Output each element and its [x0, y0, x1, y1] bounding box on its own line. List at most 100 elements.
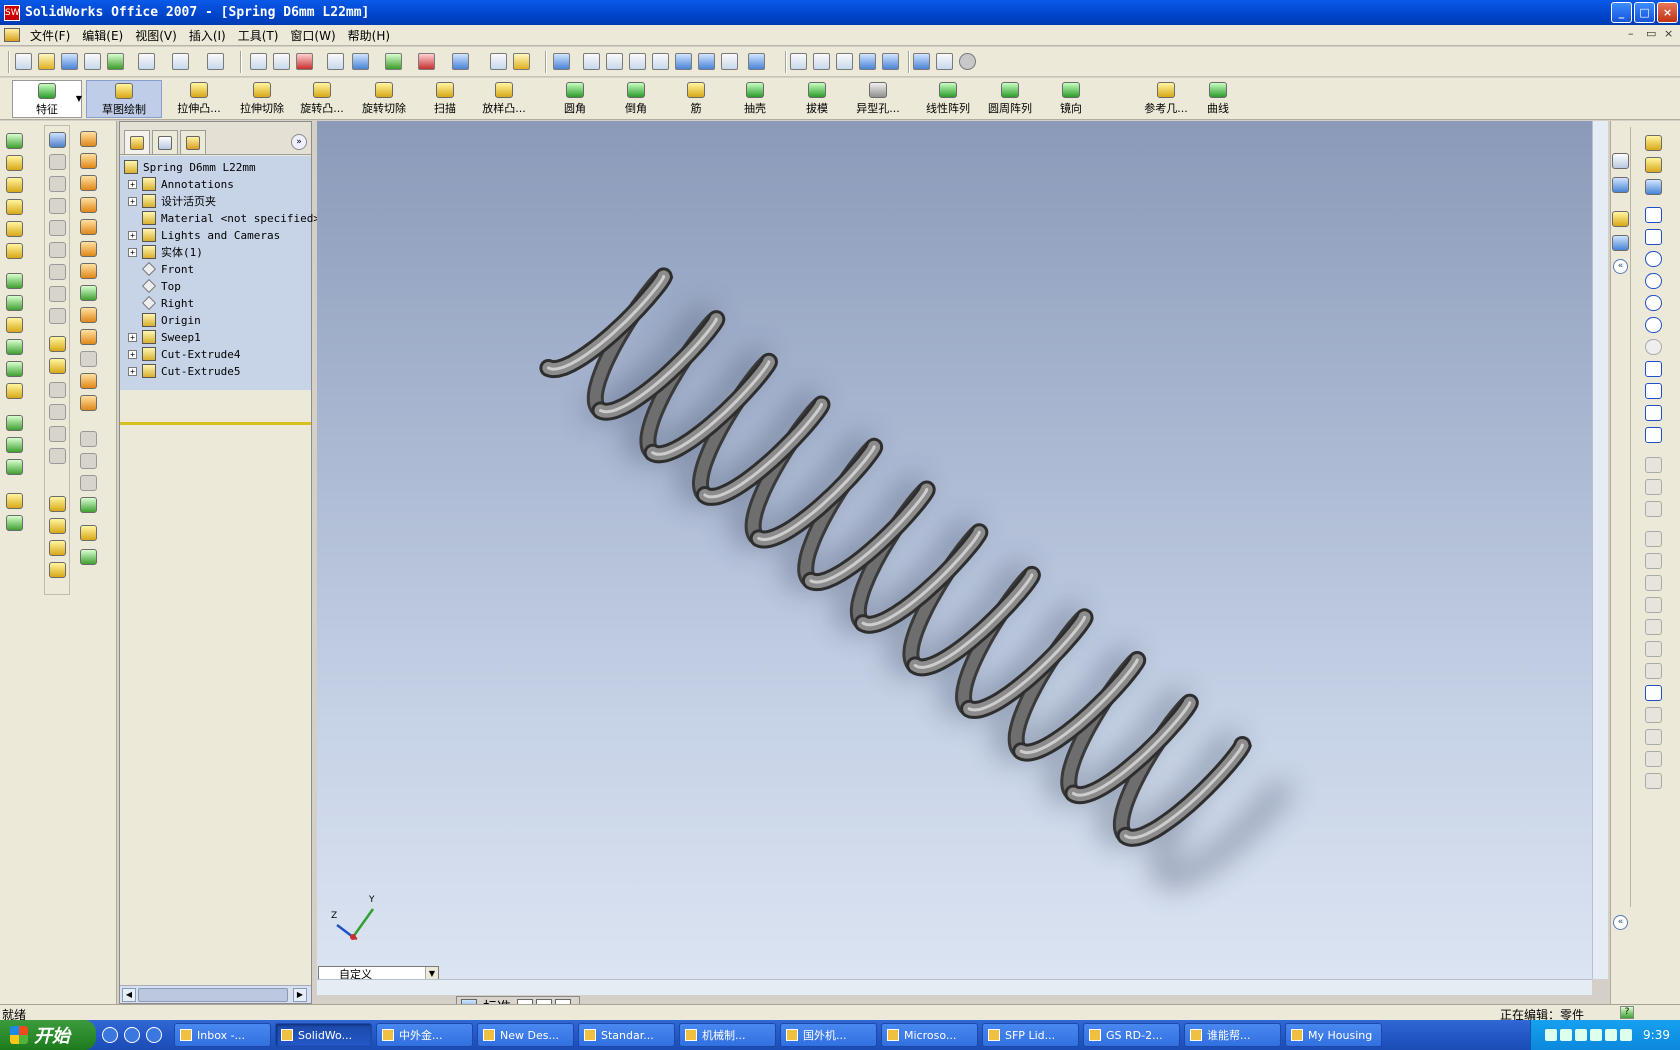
extrude-icon[interactable]: [6, 133, 23, 149]
thicken-icon[interactable]: [49, 496, 66, 512]
circle-icon[interactable]: [1645, 251, 1662, 267]
curve-through-points-icon[interactable]: [80, 549, 97, 565]
redo-icon[interactable]: [207, 53, 224, 70]
untrim-surface-icon[interactable]: [49, 382, 66, 398]
planar-surface-icon[interactable]: [49, 308, 66, 324]
circular-pattern-icon[interactable]: [6, 437, 23, 453]
taskbar-item[interactable]: GS RD-2...: [1083, 1023, 1180, 1047]
viewport-horizontal-scrollbar[interactable]: [317, 979, 1592, 995]
tray-display-icon[interactable]: [1620, 1029, 1633, 1041]
knit-surface-icon[interactable]: [49, 286, 66, 302]
trim-entities-icon[interactable]: [1645, 553, 1662, 569]
menu-help[interactable]: 帮助(H): [342, 27, 396, 44]
dome-icon[interactable]: [80, 241, 97, 257]
extend-surface-icon[interactable]: [49, 336, 66, 352]
spline-icon[interactable]: [1645, 383, 1662, 399]
quicklaunch-browser-icon[interactable]: [102, 1027, 118, 1043]
tree-node[interactable]: + 实体(1): [128, 243, 203, 261]
cut-with-surface-icon[interactable]: [49, 518, 66, 534]
draft-icon[interactable]: [6, 361, 23, 377]
hole-icon[interactable]: [6, 383, 23, 399]
file-explorer-icon[interactable]: [1612, 211, 1629, 227]
fillet-button[interactable]: 圆角: [558, 80, 592, 118]
chamfer-icon[interactable]: [6, 295, 23, 311]
shaded-with-edges-icon[interactable]: [859, 53, 876, 70]
centerline-icon[interactable]: [1645, 361, 1662, 377]
move-copy-body-icon[interactable]: [80, 373, 97, 389]
save-icon[interactable]: [61, 53, 78, 70]
smart-dimension-icon[interactable]: [1645, 179, 1662, 195]
axis-icon[interactable]: [6, 177, 23, 193]
doc-minimize-icon[interactable]: –: [1628, 27, 1634, 40]
rib-icon[interactable]: [6, 317, 23, 333]
add-relation-icon[interactable]: [1645, 457, 1662, 473]
tree-node[interactable]: + Cut-Extrude5: [128, 362, 240, 380]
linear-pattern-icon[interactable]: [6, 415, 23, 431]
chevron-down-icon[interactable]: ▼: [74, 80, 84, 118]
convert-entities-icon[interactable]: [1645, 531, 1662, 547]
pan-icon[interactable]: [698, 53, 715, 70]
previous-view-icon[interactable]: [721, 53, 738, 70]
taskbar-item[interactable]: My Housing: [1285, 1023, 1382, 1047]
grid-icon[interactable]: [327, 53, 344, 70]
combine-icon[interactable]: [80, 307, 97, 323]
fillet-xpert-icon[interactable]: [80, 497, 97, 513]
properties-icon[interactable]: [490, 53, 507, 70]
trim-surface-icon[interactable]: [49, 358, 66, 374]
standard-views-icon[interactable]: [748, 53, 765, 70]
surface-loft-icon[interactable]: [49, 198, 66, 214]
wireframe-icon[interactable]: [790, 53, 807, 70]
taskbar-item[interactable]: 国外机...: [780, 1023, 877, 1047]
expand-icon[interactable]: +: [128, 349, 137, 359]
boundary-surface-icon[interactable]: [49, 220, 66, 236]
expand-icon[interactable]: +: [128, 366, 137, 376]
start-button[interactable]: 开始: [0, 1020, 96, 1050]
menu-edit[interactable]: 编辑(E): [76, 27, 129, 44]
taskbar-item[interactable]: SolidWo...: [275, 1023, 372, 1047]
fill-surface-icon[interactable]: [49, 404, 66, 420]
hole-wizard-button[interactable]: 异型孔...: [848, 80, 908, 118]
print-preview-icon[interactable]: [138, 53, 155, 70]
zoom-fit-icon[interactable]: [583, 53, 600, 70]
shape-icon[interactable]: [80, 263, 97, 279]
shaded-icon[interactable]: [882, 53, 899, 70]
sketch-fillet-icon[interactable]: [1645, 339, 1662, 355]
tree-node[interactable]: Top: [128, 277, 181, 295]
doc-close-icon[interactable]: ×: [1664, 27, 1673, 40]
home-icon[interactable]: [1612, 153, 1629, 169]
zoom-in-out-icon[interactable]: [629, 53, 646, 70]
radiate-surface-icon[interactable]: [49, 264, 66, 280]
surface-revolve-icon[interactable]: [49, 154, 66, 170]
appearance-icon[interactable]: [418, 53, 435, 70]
zoom-selection-icon[interactable]: [652, 53, 669, 70]
close-button[interactable]: ×: [1657, 2, 1678, 23]
taskbar-item[interactable]: SFP Lid...: [982, 1023, 1079, 1047]
spring-model[interactable]: [317, 121, 1592, 979]
scroll-thumb[interactable]: [138, 988, 288, 1002]
surface-sweep-icon[interactable]: [49, 176, 66, 192]
linear-pattern-button[interactable]: 线性阵列: [922, 80, 974, 118]
centerpoint-arc-icon[interactable]: [1645, 273, 1662, 289]
shell-button[interactable]: 抽壳: [738, 80, 772, 118]
rotate-icon[interactable]: [675, 53, 692, 70]
menu-view[interactable]: 视图(V): [129, 27, 183, 44]
revolve-icon[interactable]: [6, 155, 23, 171]
menu-insert[interactable]: 插入(I): [183, 27, 232, 44]
tree-node[interactable]: + Sweep1: [128, 328, 201, 346]
delete-body-icon[interactable]: [80, 351, 97, 367]
expand-icon[interactable]: +: [128, 332, 137, 342]
intersect-icon[interactable]: [80, 329, 97, 345]
collapse-task-pane-icon[interactable]: «: [1613, 259, 1628, 274]
expand-icon[interactable]: +: [128, 247, 137, 257]
tab-property-manager[interactable]: [152, 130, 178, 154]
rollback-bar[interactable]: [120, 422, 311, 425]
expand-icon[interactable]: +: [128, 196, 137, 206]
select-filter-icon[interactable]: [273, 53, 290, 70]
curves-button[interactable]: 曲线: [1200, 80, 1236, 118]
surface-extrude-icon[interactable]: [49, 132, 66, 148]
rebuild-icon[interactable]: [296, 53, 313, 70]
rib-button[interactable]: 筋: [686, 80, 706, 118]
rotate-entities-icon[interactable]: [1645, 663, 1662, 679]
split-icon[interactable]: [80, 453, 97, 469]
sweep-icon[interactable]: [6, 199, 23, 215]
